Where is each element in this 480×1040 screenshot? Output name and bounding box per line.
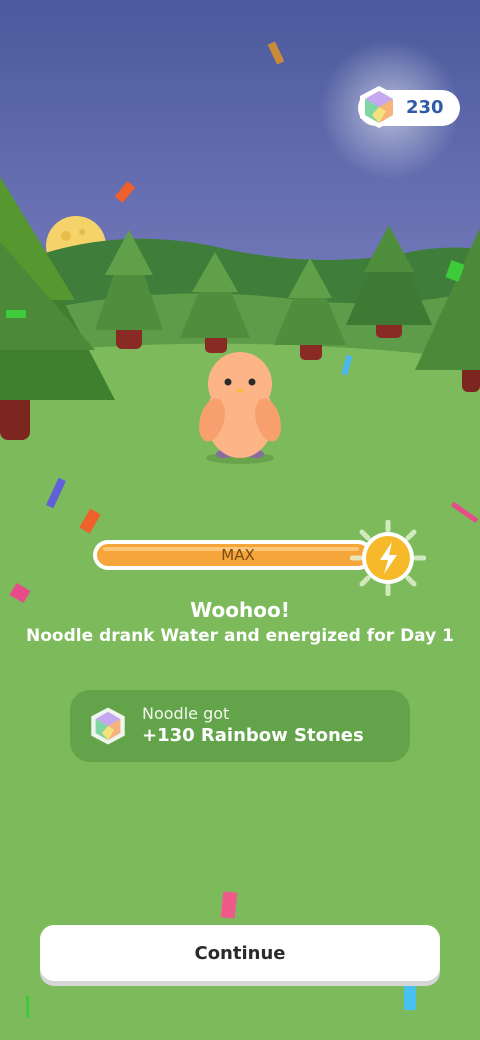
rainbow-stone-icon xyxy=(360,86,398,128)
reward-amount: +130 Rainbow Stones xyxy=(142,725,364,746)
celebration-subtitle: Noodle drank Water and energized for Day… xyxy=(26,626,454,646)
energy-label: MAX xyxy=(221,546,255,564)
rainbow-stone-icon xyxy=(91,707,125,745)
reward-caption: Noodle got xyxy=(142,704,230,723)
reward-card: Noodle got +130 Rainbow Stones xyxy=(70,690,410,762)
lightning-bolt-icon xyxy=(350,520,426,596)
currency-counter: 230 xyxy=(358,86,460,128)
celebration-title: Woohoo! xyxy=(190,598,290,622)
energy-bar: MAX xyxy=(93,540,373,570)
currency-count: 230 xyxy=(406,97,444,118)
continue-button[interactable]: Continue xyxy=(40,925,440,981)
